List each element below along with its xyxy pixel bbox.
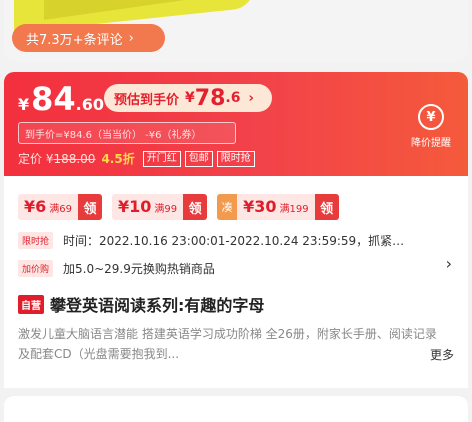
promotion-text: 时间：2022.10.16 23:00:01-2022.10.24 23:59:…: [63, 234, 405, 248]
promo-tag: 限时抢: [216, 150, 255, 167]
product-description: 激发儿童大脑语言潜能 搭建英语学习成功阶梯 全26册，附家长手册、阅读记录及配套…: [18, 327, 437, 361]
product-title-row: 自营 攀登英语阅读系列:有趣的字母: [18, 292, 264, 316]
coupon-condition: 满99: [154, 204, 178, 215]
price-calculation: 到手价=¥84.6（当当价） -¥6（礼券）: [18, 122, 236, 144]
estimated-price-currency: ¥: [185, 90, 195, 106]
promotion-row[interactable]: 限时抢 时间：2022.10.16 23:00:01-2022.10.24 23…: [18, 232, 404, 249]
price-drop-alert-button[interactable]: ¥ 降价提醒: [404, 104, 458, 149]
chevron-right-icon[interactable]: ›: [446, 254, 452, 273]
self-operated-badge: 自营: [18, 294, 44, 314]
price-drop-icon: ¥: [418, 104, 444, 130]
price-drop-label: 降价提醒: [411, 138, 451, 149]
coupon-condition: 满69: [49, 204, 72, 215]
more-button[interactable]: 更多: [430, 346, 454, 363]
coupon-claim-button[interactable]: 领: [78, 194, 102, 220]
coupon-main: ¥30 满199: [237, 194, 315, 220]
comments-button[interactable]: 共7.3万+条评论 ›: [12, 24, 165, 52]
price-banner: ¥ 84 .60 预估到手价 ¥ 78 .6 › 到手价=¥84.6（当当价） …: [4, 72, 468, 176]
promotion-tag: 限时抢: [18, 232, 54, 249]
coupon-list: ¥6 满69 领 ¥10 满99 领 凑 ¥30 满199 领: [18, 194, 339, 220]
product-title: 攀登英语阅读系列:有趣的字母: [50, 296, 265, 315]
coupon[interactable]: 凑 ¥30 满199 领: [217, 194, 339, 220]
coupon-amount: ¥30: [243, 197, 277, 216]
promotion-row[interactable]: 加价购 加5.0~29.9元换购热销商品: [18, 260, 215, 277]
product-image-area: 共7.3万+条评论 ›: [0, 0, 472, 70]
promo-tag: 包邮: [184, 150, 213, 167]
price-decimal: .60: [75, 95, 105, 114]
chevron-right-icon: ›: [128, 30, 134, 46]
coupon-amount: ¥10: [118, 197, 152, 216]
product-image-card: 共7.3万+条评论 ›: [4, 0, 468, 62]
comments-label: 共7.3万+条评论: [26, 32, 123, 48]
estimated-price-button[interactable]: 预估到手价 ¥ 78 .6 ›: [104, 84, 272, 112]
promotion-text: 加5.0~29.9元换购热销商品: [63, 262, 215, 276]
estimated-price-label: 预估到手价: [114, 92, 180, 108]
chevron-right-icon: ›: [248, 90, 254, 106]
promo-tag: 开门红: [142, 150, 181, 167]
coupon-amount: ¥6: [24, 197, 47, 216]
price-currency: ¥: [18, 95, 30, 114]
original-price-value: 188.00: [53, 151, 96, 166]
next-section-card: [4, 396, 468, 422]
original-price-row: 定价 ¥ 188.00 4.5折 开门红 包邮 限时抢: [18, 150, 259, 167]
coupon-condition: 满199: [279, 204, 309, 215]
coupon-fold-label: 凑: [217, 194, 238, 220]
coupon-claim-button[interactable]: 领: [314, 194, 339, 220]
coupon-main: ¥6 满69: [18, 194, 78, 220]
current-price: ¥ 84 .60: [18, 80, 104, 118]
product-info-card: ¥6 满69 领 ¥10 满99 领 凑 ¥30 满199 领 限时抢 时间：2…: [4, 176, 468, 388]
promotion-tag: 加价购: [18, 260, 54, 277]
coupon[interactable]: ¥10 满99 领: [112, 194, 208, 220]
coupon-claim-button[interactable]: 领: [183, 194, 208, 220]
coupon-main: ¥10 满99: [112, 194, 184, 220]
price-integer: 84: [31, 80, 76, 118]
estimated-price-decimal: .6: [225, 90, 241, 106]
estimated-price-integer: 78: [194, 85, 226, 111]
original-price-prefix: 定价 ¥: [18, 152, 54, 166]
discount-label: 4.5折: [101, 152, 135, 166]
coupon[interactable]: ¥6 满69 领: [18, 194, 102, 220]
